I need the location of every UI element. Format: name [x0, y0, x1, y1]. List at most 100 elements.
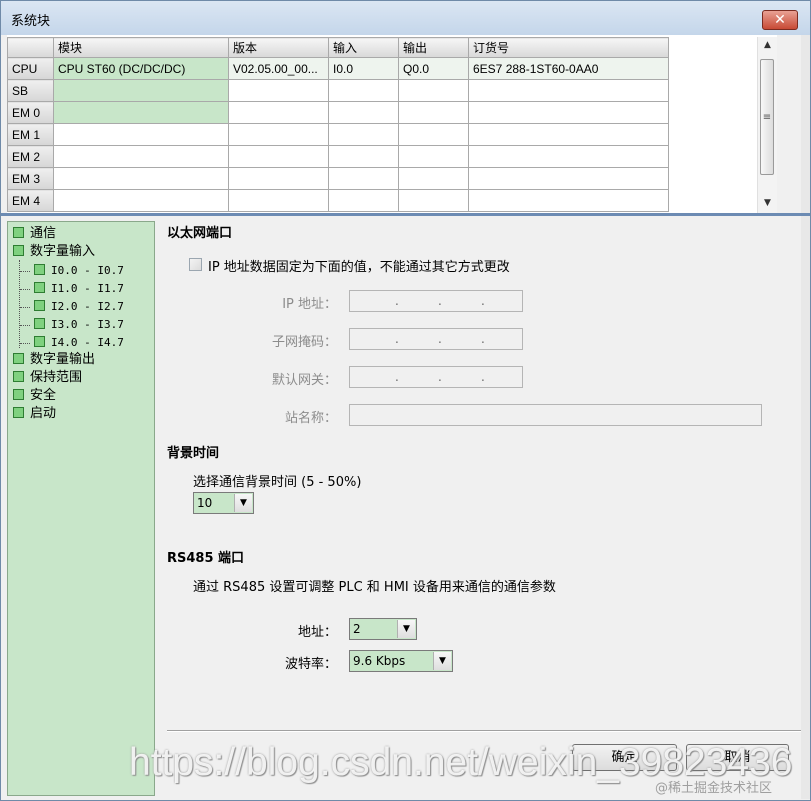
splitter-bar[interactable]: [1, 213, 810, 216]
input-cell[interactable]: [328, 123, 399, 146]
version-cell[interactable]: [228, 123, 329, 146]
order-cell[interactable]: 6ES7 288-1ST60-0AA0: [468, 57, 669, 80]
background-time-heading: 背景时间: [167, 446, 220, 461]
input-cell[interactable]: I0.0: [328, 57, 399, 80]
tree-item-label: 通信: [30, 226, 57, 241]
tree-node-icon: [34, 300, 45, 311]
scroll-up-icon[interactable]: ▲: [758, 37, 777, 53]
ip-address-field[interactable]: ...: [349, 290, 523, 312]
tree-guide-line: [20, 307, 30, 308]
tree-guide-line: [20, 289, 30, 290]
tree-node-icon: [34, 282, 45, 293]
output-cell[interactable]: [398, 145, 469, 168]
rs485-address-select[interactable]: 2 ▼: [349, 618, 417, 640]
module-cell[interactable]: CPU ST60 (DC/DC/DC): [53, 57, 229, 80]
input-cell[interactable]: [328, 101, 399, 124]
module-cell[interactable]: [53, 79, 229, 102]
tree-node-icon: [13, 245, 24, 256]
tree-item-label: 保持范围: [30, 370, 83, 385]
chevron-down-icon[interactable]: ▼: [433, 652, 451, 670]
order-cell[interactable]: [468, 167, 669, 190]
version-cell[interactable]: [228, 145, 329, 168]
col-header-output: 输出: [398, 37, 469, 58]
table-row[interactable]: EM 2: [7, 145, 669, 168]
module-cell[interactable]: [53, 101, 229, 124]
right-edge-strip: [801, 35, 810, 799]
close-icon: ✕: [774, 12, 786, 28]
module-cell[interactable]: [53, 189, 229, 212]
rs485-address-value: 2: [353, 622, 361, 636]
order-cell[interactable]: [468, 145, 669, 168]
version-cell[interactable]: [228, 167, 329, 190]
output-cell[interactable]: [398, 189, 469, 212]
order-cell[interactable]: [468, 123, 669, 146]
fixed-ip-checkbox[interactable]: [189, 258, 202, 271]
order-cell[interactable]: [468, 101, 669, 124]
table-row[interactable]: EM 1: [7, 123, 669, 146]
col-header-slot: [7, 37, 54, 58]
input-cell[interactable]: [328, 145, 399, 168]
window-title: 系统块: [11, 14, 51, 29]
tree-item-label: I0.0 - I0.7: [51, 264, 124, 277]
order-cell[interactable]: [468, 189, 669, 212]
version-cell[interactable]: [228, 189, 329, 212]
subnet-mask-field[interactable]: ...: [349, 328, 523, 350]
tree-guide-line: [20, 343, 30, 344]
module-cell[interactable]: [53, 145, 229, 168]
version-cell[interactable]: [228, 79, 329, 102]
tree-item-di-range-4[interactable]: I4.0 - I4.7: [34, 334, 124, 352]
input-cell[interactable]: [328, 189, 399, 212]
tree-item-di-range-2[interactable]: I2.0 - I2.7: [34, 298, 124, 316]
table-row[interactable]: SB: [7, 79, 669, 102]
version-cell[interactable]: V02.05.00_00...: [228, 57, 329, 80]
close-button[interactable]: ✕: [762, 10, 798, 30]
tree-item-startup[interactable]: 启动: [13, 405, 56, 423]
tree-item-di-range-0[interactable]: I0.0 - I0.7: [34, 262, 124, 280]
tree-item-label: I4.0 - I4.7: [51, 336, 124, 349]
tree-item-label: 数字量输入: [30, 244, 96, 259]
table-row[interactable]: EM 0: [7, 101, 669, 124]
version-cell[interactable]: [228, 101, 329, 124]
tree-guide-line: [20, 271, 30, 272]
tree-item-di-range-1[interactable]: I1.0 - I1.7: [34, 280, 124, 298]
col-header-version: 版本: [228, 37, 329, 58]
tree-item-di-range-3[interactable]: I3.0 - I3.7: [34, 316, 124, 334]
gateway-field[interactable]: ...: [349, 366, 523, 388]
background-time-value: 10: [197, 496, 213, 510]
output-cell[interactable]: [398, 123, 469, 146]
input-cell[interactable]: [328, 79, 399, 102]
tree-item-digital-input[interactable]: 数字量输入: [13, 243, 95, 261]
station-name-field[interactable]: [349, 404, 762, 426]
output-cell[interactable]: [398, 101, 469, 124]
tree-item-digital-output[interactable]: 数字量输出: [13, 351, 95, 369]
baud-rate-label: 波特率：: [284, 657, 337, 672]
input-cell[interactable]: [328, 167, 399, 190]
tree-guide-line: [20, 325, 30, 326]
output-cell[interactable]: [398, 167, 469, 190]
table-row[interactable]: CPU CPU ST60 (DC/DC/DC) V02.05.00_00... …: [7, 57, 669, 80]
scroll-down-icon[interactable]: ▼: [758, 195, 777, 211]
title-bar: 系统块 ✕: [1, 1, 810, 35]
baud-rate-select[interactable]: 9.6 Kbps ▼: [349, 650, 453, 672]
scroll-thumb[interactable]: ≡: [760, 59, 774, 175]
module-table-scrollbar[interactable]: ▲ ≡ ▼: [757, 37, 777, 213]
module-cell[interactable]: [53, 167, 229, 190]
background-time-select[interactable]: 10 ▼: [193, 492, 254, 514]
module-cell[interactable]: [53, 123, 229, 146]
order-cell[interactable]: [468, 79, 669, 102]
table-row[interactable]: EM 4: [7, 189, 669, 212]
output-cell[interactable]: [398, 79, 469, 102]
tree-node-icon: [34, 336, 45, 347]
tree-item-retentive[interactable]: 保持范围: [13, 369, 82, 387]
tree-item-security[interactable]: 安全: [13, 387, 56, 405]
table-row[interactable]: EM 3: [7, 167, 669, 190]
rs485-address-label: 地址：: [297, 625, 337, 640]
tree-item-communication[interactable]: 通信: [13, 225, 56, 243]
watermark-site: @稀土掘金技术社区: [655, 781, 773, 796]
tree-node-icon: [13, 227, 24, 238]
slot-cell: CPU: [7, 57, 54, 80]
chevron-down-icon[interactable]: ▼: [397, 620, 415, 638]
module-table-area: 模块 版本 输入 输出 订货号 CPU CPU ST60 (DC/DC/DC) …: [7, 35, 777, 213]
output-cell[interactable]: Q0.0: [398, 57, 469, 80]
chevron-down-icon[interactable]: ▼: [234, 494, 252, 512]
